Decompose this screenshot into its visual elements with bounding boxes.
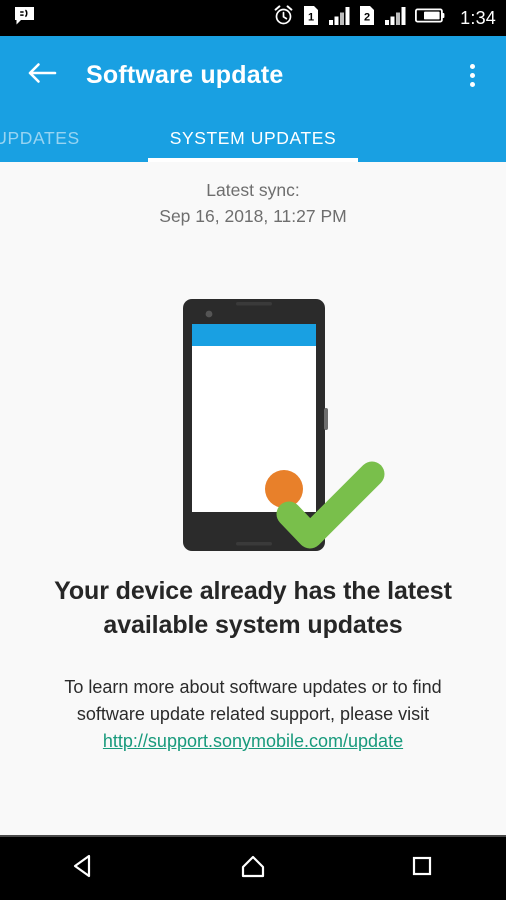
phone-with-checkmark-illustration <box>0 290 506 560</box>
overflow-menu-icon-dot-2 <box>469 72 475 78</box>
tab-bar: UPDATES SYSTEM UPDATES <box>0 114 506 162</box>
latest-sync-value: Sep 16, 2018, 11:27 PM <box>159 206 347 226</box>
overflow-menu-icon-dot-1 <box>469 63 475 69</box>
svg-text:1: 1 <box>308 12 314 24</box>
svg-text:2: 2 <box>364 12 370 24</box>
support-url-link[interactable]: http://support.sonymobile.com/update <box>103 731 403 751</box>
back-button[interactable] <box>22 55 62 95</box>
body-text-line-2: software update related support, please … <box>76 704 430 724</box>
latest-sync-block: Latest sync: Sep 16, 2018, 11:27 PM <box>0 177 506 229</box>
square-recents-icon <box>407 851 437 886</box>
overflow-menu-icon-dot-3 <box>469 81 475 87</box>
system-navigation-bar <box>0 837 506 900</box>
nav-recents-button[interactable] <box>337 837 506 900</box>
status-bar-clock: 1:34 <box>460 7 496 28</box>
signal-bars-1-icon <box>328 5 350 31</box>
body-text: To learn more about software updates or … <box>28 674 478 755</box>
sim2-icon: 2 <box>359 5 375 31</box>
status-bar-right-icons: 1 2 1:34 <box>273 5 496 31</box>
message-bubble-icon <box>14 6 35 30</box>
tab-app-updates-label: UPDATES <box>0 127 80 148</box>
content-area: Latest sync: Sep 16, 2018, 11:27 PM Your… <box>0 162 506 837</box>
app-bar: Software update <box>0 36 506 114</box>
latest-sync-label: Latest sync: <box>206 180 300 200</box>
battery-icon <box>415 7 445 29</box>
tab-app-updates[interactable]: UPDATES <box>0 114 152 162</box>
body-text-line-1: To learn more about software updates or … <box>64 677 442 697</box>
tab-system-updates-label: SYSTEM UPDATES <box>169 127 337 148</box>
status-bar: 1 2 1:34 <box>0 0 506 36</box>
signal-bars-2-icon <box>384 5 406 31</box>
headline-text: Your device already has the latest avail… <box>54 577 452 639</box>
arrow-left-icon <box>27 61 57 90</box>
status-bar-left-icons <box>14 6 35 30</box>
home-icon <box>238 851 268 886</box>
sim1-icon: 1 <box>303 5 319 31</box>
nav-home-button[interactable] <box>169 837 338 900</box>
alarm-clock-icon <box>273 5 294 31</box>
android-screen: 1 2 1:34 Software update UPDATES SYSTEM … <box>0 0 506 900</box>
page-title: Software update <box>86 60 284 89</box>
nav-back-button[interactable] <box>0 837 169 900</box>
overflow-menu-button[interactable] <box>452 55 492 95</box>
tab-system-updates[interactable]: SYSTEM UPDATES <box>148 114 358 162</box>
triangle-back-icon <box>69 851 99 886</box>
